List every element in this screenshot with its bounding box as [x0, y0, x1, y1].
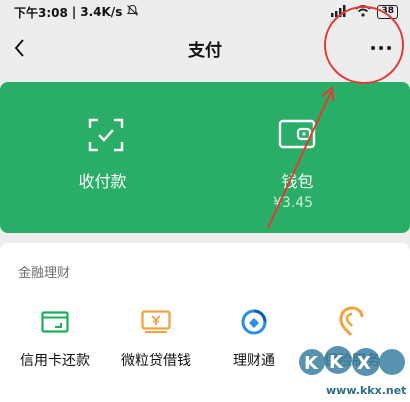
wallet-card: 收付款 钱包 ¥3.45	[0, 82, 410, 233]
status-network-speed: 3.4K/s	[80, 5, 123, 19]
wallet-icon	[278, 118, 316, 154]
wifi-icon	[355, 4, 371, 20]
more-dot-icon	[387, 46, 391, 50]
pay-receive-label: 收付款	[78, 172, 127, 191]
nav-bar: 支付	[0, 24, 410, 72]
svg-text:X: X	[357, 353, 371, 374]
status-separator: |	[71, 5, 77, 19]
scan-icon	[88, 118, 124, 156]
watermark-url: www.kkx.net	[326, 384, 407, 397]
status-time: 下午3:08	[14, 5, 68, 20]
svg-text:K: K	[329, 352, 344, 373]
wealth-button[interactable]: 理财通	[203, 306, 305, 376]
credit-card-repay-label: 信用卡还款	[20, 353, 90, 369]
status-bar: 下午3:08 | 3.4K/s 38	[0, 0, 410, 24]
mute-bell-icon	[126, 4, 139, 20]
more-dot-icon	[371, 46, 375, 50]
back-arrow-icon	[14, 39, 24, 57]
wealth-label: 理财通	[233, 353, 275, 369]
loan-label: 微粒贷借钱	[121, 353, 191, 369]
more-options-button[interactable]	[364, 34, 398, 62]
back-button[interactable]	[4, 32, 36, 64]
credit-card-icon	[39, 306, 71, 338]
credit-card-repay-button[interactable]: 信用卡还款	[4, 306, 106, 376]
wealth-icon	[238, 306, 270, 338]
signal-icon	[331, 4, 349, 20]
section-title: 金融理财	[18, 266, 71, 281]
svg-text:K: K	[304, 353, 319, 374]
page-title: 支付	[188, 40, 222, 61]
status-right: 38	[331, 4, 398, 20]
wallet-balance: ¥3.45	[273, 195, 314, 211]
battery-indicator: 38	[377, 5, 398, 19]
insurance-icon	[336, 306, 368, 338]
pay-receive-button[interactable]: 收付款	[0, 82, 205, 233]
loan-button[interactable]: 微粒贷借钱	[105, 306, 207, 376]
wallet-label: 钱包	[281, 172, 314, 191]
status-left: 下午3:08 | 3.4K/s	[14, 4, 139, 21]
more-dot-icon	[379, 46, 383, 50]
wallet-button[interactable]: 钱包 ¥3.45	[195, 82, 400, 233]
loan-icon	[140, 306, 172, 338]
